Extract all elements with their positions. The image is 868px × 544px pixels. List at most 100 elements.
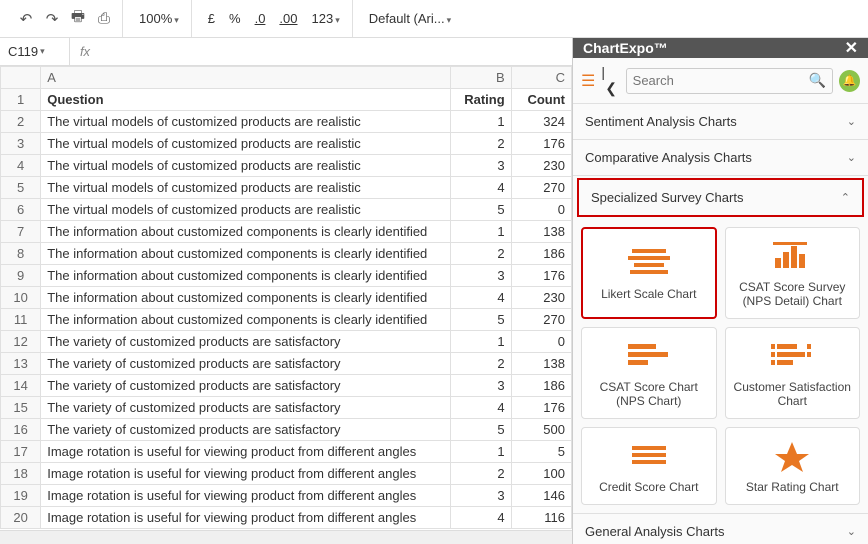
- row-header[interactable]: 1: [1, 89, 41, 111]
- row-header[interactable]: 7: [1, 221, 41, 243]
- cell[interactable]: The information about customized compone…: [41, 243, 451, 265]
- cell[interactable]: Count: [511, 89, 571, 111]
- cell[interactable]: 176: [511, 397, 571, 419]
- cell[interactable]: 5: [451, 419, 511, 441]
- cell[interactable]: The virtual models of customized product…: [41, 111, 451, 133]
- row-header[interactable]: 5: [1, 177, 41, 199]
- row-header[interactable]: 9: [1, 265, 41, 287]
- cell[interactable]: 138: [511, 221, 571, 243]
- cell[interactable]: 230: [511, 155, 571, 177]
- cell[interactable]: Rating: [451, 89, 511, 111]
- cell[interactable]: 5: [511, 441, 571, 463]
- row-header[interactable]: 8: [1, 243, 41, 265]
- col-header-a[interactable]: A: [41, 67, 451, 89]
- cell[interactable]: Image rotation is useful for viewing pro…: [41, 441, 451, 463]
- cell[interactable]: 4: [451, 287, 511, 309]
- cell[interactable]: 2: [451, 133, 511, 155]
- cell[interactable]: The variety of customized products are s…: [41, 375, 451, 397]
- chart-csat-nps-detail[interactable]: CSAT Score Survey (NPS Detail) Chart: [725, 227, 861, 319]
- cell[interactable]: 116: [511, 507, 571, 529]
- col-header-b[interactable]: B: [451, 67, 511, 89]
- cell[interactable]: 4: [451, 177, 511, 199]
- row-header[interactable]: 19: [1, 485, 41, 507]
- cell[interactable]: 0: [511, 331, 571, 353]
- section-sentiment[interactable]: Sentiment Analysis Charts⌄: [573, 104, 868, 140]
- cell[interactable]: 270: [511, 309, 571, 331]
- cell-reference[interactable]: C119 ▾: [0, 38, 70, 65]
- cell[interactable]: The variety of customized products are s…: [41, 331, 451, 353]
- cell[interactable]: The virtual models of customized product…: [41, 199, 451, 221]
- font-dropdown[interactable]: Default (Ari...▾: [363, 11, 457, 26]
- print-button[interactable]: 🖶: [66, 7, 90, 31]
- formula-input[interactable]: [100, 44, 572, 59]
- currency-button[interactable]: £: [202, 11, 221, 26]
- row-header[interactable]: 4: [1, 155, 41, 177]
- cell[interactable]: The virtual models of customized product…: [41, 133, 451, 155]
- row-header[interactable]: 18: [1, 463, 41, 485]
- cell[interactable]: 1: [451, 331, 511, 353]
- row-header[interactable]: 13: [1, 353, 41, 375]
- cell[interactable]: 0: [511, 199, 571, 221]
- row-header[interactable]: 20: [1, 507, 41, 529]
- row-header[interactable]: 11: [1, 309, 41, 331]
- section-general[interactable]: General Analysis Charts⌄: [573, 514, 868, 544]
- row-header[interactable]: 10: [1, 287, 41, 309]
- redo-button[interactable]: ↷: [40, 7, 64, 31]
- corner-cell[interactable]: [1, 67, 41, 89]
- cell[interactable]: 3: [451, 375, 511, 397]
- cell[interactable]: 186: [511, 243, 571, 265]
- horizontal-scrollbar[interactable]: [0, 530, 572, 544]
- cell[interactable]: Image rotation is useful for viewing pro…: [41, 507, 451, 529]
- cell[interactable]: 2: [451, 243, 511, 265]
- cell[interactable]: 4: [451, 397, 511, 419]
- cell[interactable]: 3: [451, 485, 511, 507]
- cell[interactable]: 500: [511, 419, 571, 441]
- search-input[interactable]: [633, 73, 809, 88]
- cell[interactable]: 3: [451, 265, 511, 287]
- menu-icon[interactable]: ☰: [581, 71, 595, 91]
- notification-icon[interactable]: 🔔: [839, 70, 860, 92]
- cell[interactable]: 270: [511, 177, 571, 199]
- cell[interactable]: Question: [41, 89, 451, 111]
- row-header[interactable]: 2: [1, 111, 41, 133]
- section-specialized[interactable]: Specialized Survey Charts⌃ Likert Scale …: [573, 176, 868, 514]
- cell[interactable]: 3: [451, 155, 511, 177]
- row-header[interactable]: 17: [1, 441, 41, 463]
- paint-format-button[interactable]: ⎙: [92, 7, 116, 31]
- section-comparative[interactable]: Comparative Analysis Charts⌄: [573, 140, 868, 176]
- row-header[interactable]: 3: [1, 133, 41, 155]
- row-header[interactable]: 14: [1, 375, 41, 397]
- cell[interactable]: 324: [511, 111, 571, 133]
- close-icon[interactable]: ✕: [845, 38, 858, 58]
- row-header[interactable]: 15: [1, 397, 41, 419]
- increase-decimal-button[interactable]: .00: [273, 11, 303, 26]
- grid[interactable]: A B C 1QuestionRatingCount2The virtual m…: [0, 66, 572, 530]
- cell[interactable]: The information about customized compone…: [41, 287, 451, 309]
- cell[interactable]: The variety of customized products are s…: [41, 397, 451, 419]
- cell[interactable]: 1: [451, 441, 511, 463]
- row-header[interactable]: 16: [1, 419, 41, 441]
- cell[interactable]: The variety of customized products are s…: [41, 419, 451, 441]
- cell[interactable]: 146: [511, 485, 571, 507]
- cell[interactable]: The virtual models of customized product…: [41, 177, 451, 199]
- cell[interactable]: 1: [451, 111, 511, 133]
- more-formats-dropdown[interactable]: 123▾: [306, 11, 346, 26]
- undo-button[interactable]: ↶: [14, 7, 38, 31]
- chart-csat-nps[interactable]: CSAT Score Chart (NPS Chart): [581, 327, 717, 419]
- search-box[interactable]: 🔍: [626, 68, 833, 94]
- cell[interactable]: 176: [511, 265, 571, 287]
- cell[interactable]: 138: [511, 353, 571, 375]
- row-header[interactable]: 6: [1, 199, 41, 221]
- chart-star-rating[interactable]: Star Rating Chart: [725, 427, 861, 505]
- cell[interactable]: Image rotation is useful for viewing pro…: [41, 485, 451, 507]
- cell[interactable]: The information about customized compone…: [41, 221, 451, 243]
- cell[interactable]: 176: [511, 133, 571, 155]
- cell[interactable]: 4: [451, 507, 511, 529]
- cell[interactable]: 100: [511, 463, 571, 485]
- cell[interactable]: 5: [451, 199, 511, 221]
- search-icon[interactable]: 🔍: [809, 72, 826, 89]
- cell[interactable]: 2: [451, 463, 511, 485]
- cell[interactable]: The variety of customized products are s…: [41, 353, 451, 375]
- cell[interactable]: Image rotation is useful for viewing pro…: [41, 463, 451, 485]
- chart-customer-satisfaction[interactable]: Customer Satisfaction Chart: [725, 327, 861, 419]
